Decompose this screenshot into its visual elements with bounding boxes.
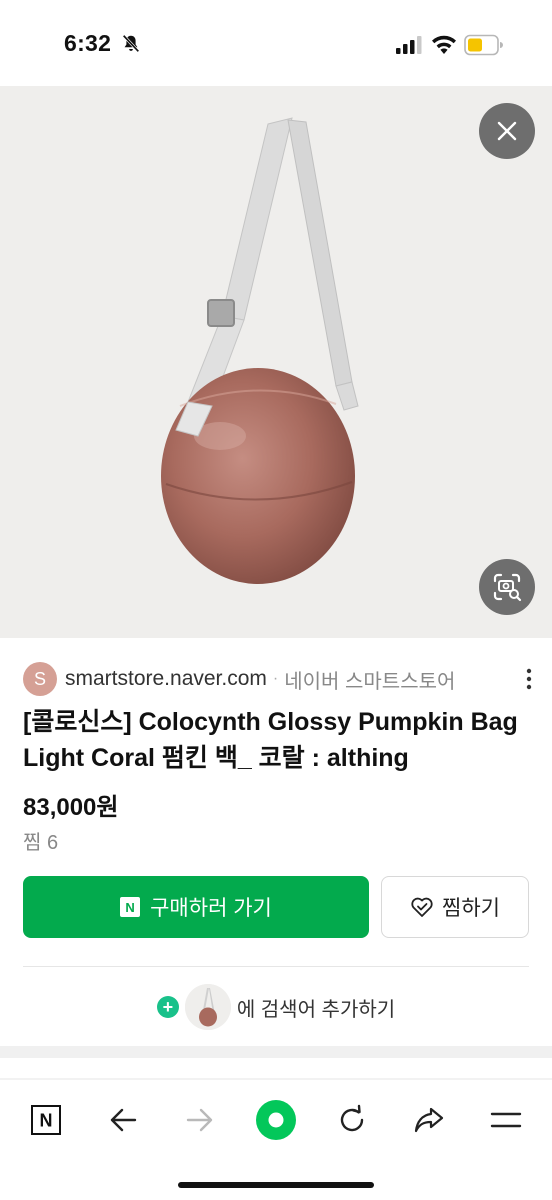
forward-button[interactable] <box>178 1098 222 1142</box>
bell-slash-icon <box>122 34 140 53</box>
source-row[interactable]: S smartstore.naver.com · 네이버 스마트스토어 <box>23 660 533 698</box>
close-button[interactable] <box>479 103 535 159</box>
naver-home-icon: N <box>31 1105 61 1135</box>
buy-button[interactable]: N 구매하러 가기 <box>23 876 369 938</box>
product-price: 83,000원 <box>23 794 119 821</box>
source-domain[interactable]: smartstore.naver.com <box>65 667 267 691</box>
product-image <box>161 117 359 584</box>
source-separator: · <box>272 670 279 687</box>
battery-icon <box>464 34 503 56</box>
wishlist-button[interactable]: 찜하기 <box>381 876 529 938</box>
green-dot-icon <box>256 1100 296 1140</box>
reload-icon <box>340 1104 364 1132</box>
more-options-icon[interactable] <box>525 666 533 692</box>
product-thumbnail <box>184 984 231 1030</box>
arrow-left-icon <box>110 1108 137 1132</box>
naver-home-button[interactable]: N <box>24 1098 68 1142</box>
buy-button-label: 구매하러 가기 <box>150 897 272 920</box>
product-likes: 찜 6 <box>23 832 59 854</box>
share-button[interactable] <box>407 1098 451 1142</box>
section-gap <box>0 1046 552 1058</box>
wishlist-button-label: 찜하기 <box>442 897 500 920</box>
share-icon <box>414 1107 444 1133</box>
add-search-label: 에 검색어 추가하기 <box>236 998 396 1021</box>
close-icon <box>497 121 517 141</box>
source-avatar: S <box>23 662 57 696</box>
cellular-signal-icon <box>396 36 422 54</box>
hamburger-menu-icon <box>490 1112 522 1128</box>
naver-home-label: N <box>40 1111 53 1131</box>
add-search-keyword-row[interactable]: + 에 검색어 추가하기 <box>0 982 552 1032</box>
back-button[interactable] <box>101 1098 145 1142</box>
lens-search-icon <box>493 573 522 602</box>
content-strip <box>0 1078 552 1080</box>
image-search-button[interactable] <box>479 559 535 615</box>
status-bar: 6:32 <box>0 0 552 86</box>
bottom-toolbar: N <box>0 1082 552 1200</box>
product-title[interactable]: [콜로신스] Colocynth Glossy Pumpkin Bag Ligh… <box>23 704 533 776</box>
green-dot-button[interactable] <box>254 1098 298 1142</box>
plus-icon: + <box>156 996 179 1018</box>
status-time: 6:32 <box>64 30 112 56</box>
wifi-icon <box>432 35 456 54</box>
home-indicator[interactable] <box>178 1182 374 1188</box>
reload-button[interactable] <box>330 1098 374 1142</box>
arrow-right-icon <box>186 1108 213 1132</box>
heart-icon <box>411 897 433 917</box>
source-name: 네이버 스마트스토어 <box>284 670 456 693</box>
naver-badge-icon: N <box>120 897 141 917</box>
menu-button[interactable] <box>484 1098 528 1142</box>
product-image-area[interactable] <box>0 86 552 638</box>
divider <box>23 966 529 967</box>
